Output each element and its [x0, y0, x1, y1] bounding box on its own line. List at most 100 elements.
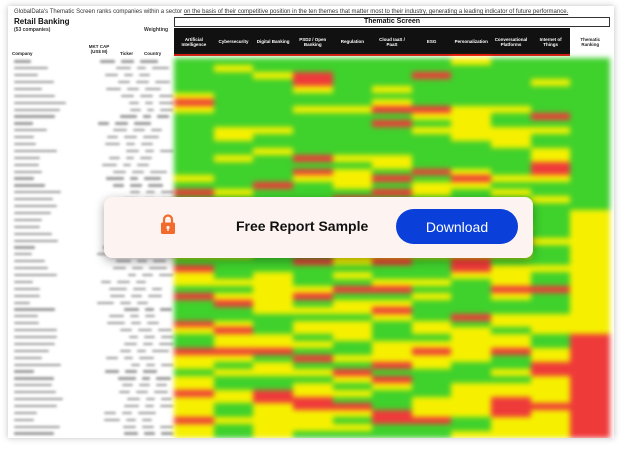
heatmap-cell [491, 341, 531, 349]
company-row-placeholder [107, 377, 112, 379]
company-row-placeholder [142, 418, 153, 421]
heatmap-cell [253, 99, 293, 107]
company-row-placeholder [140, 156, 152, 159]
heatmap-cell [451, 258, 492, 266]
heatmap-cell [530, 320, 571, 328]
company-row-placeholder [132, 129, 145, 132]
heatmap-cell [213, 64, 254, 72]
heatmap-cell [372, 182, 412, 190]
heatmap-cell [570, 216, 610, 224]
company-row-placeholder [156, 384, 168, 387]
company-row-placeholder [14, 74, 38, 77]
heatmap-cell [332, 286, 373, 293]
heatmap-cell [174, 320, 214, 328]
heatmap-cell [411, 327, 452, 335]
company-row-placeholder [119, 336, 123, 338]
heatmap-cell [411, 147, 452, 155]
column-header-mktcap: MKT CAP (US$ M) [88, 44, 110, 54]
heatmap-cell [491, 85, 531, 93]
heatmap-cell [570, 272, 610, 280]
company-row-placeholder [124, 404, 139, 408]
heatmap-cell [570, 182, 610, 190]
company-row-placeholder [126, 149, 139, 153]
heatmap-cell [292, 92, 333, 100]
heatmap-cell [411, 431, 452, 438]
heatmap-cell [570, 244, 610, 252]
heatmap-cell [332, 417, 373, 425]
heatmap-cell [253, 355, 293, 362]
company-row [8, 154, 174, 161]
heatmap-cell [213, 320, 254, 328]
thematic-screen-title: Thematic Screen [174, 17, 610, 27]
heatmap-cell [213, 279, 254, 286]
company-row-placeholder [14, 280, 33, 284]
company-row-placeholder [102, 171, 107, 173]
heatmap-cell [530, 71, 571, 79]
heatmap-cell [491, 320, 531, 328]
heatmap-cell [372, 168, 412, 176]
heatmap-cell [451, 341, 492, 349]
heatmap-cell [332, 134, 373, 141]
heatmap-cell [372, 106, 412, 114]
heatmap-cell [213, 410, 254, 418]
heatmap-cell [253, 182, 293, 190]
heatmap-cell [530, 279, 571, 286]
heatmap-cell [174, 382, 214, 390]
heatmap-cell [332, 58, 373, 65]
company-row-placeholder [137, 349, 146, 352]
heatmap-cell [174, 355, 214, 362]
company-row-placeholder [138, 74, 150, 77]
heatmap-cell [174, 334, 214, 342]
company-row [8, 182, 174, 189]
company-row-placeholder [14, 432, 54, 435]
heatmap-cell [292, 85, 333, 93]
heatmap-cell [292, 320, 333, 328]
heatmap-cell [332, 348, 373, 356]
heatmap-cell [570, 279, 610, 286]
company-row-placeholder [14, 363, 61, 366]
heatmap-cell [570, 320, 610, 328]
company-row-placeholder [109, 287, 128, 290]
heatmap-cell [213, 92, 254, 100]
company-row-placeholder [106, 87, 122, 91]
heatmap-cell [213, 161, 254, 169]
heatmap-cell [372, 286, 412, 293]
heatmap-cell [570, 258, 610, 266]
company-row-placeholder [100, 60, 115, 63]
heatmap-cell [292, 299, 333, 307]
heatmap-cell [332, 265, 373, 273]
company-row-placeholder [96, 322, 101, 324]
company-row-placeholder [124, 74, 133, 77]
heatmap-cell [253, 403, 293, 411]
heatmap-cell [332, 375, 373, 383]
heatmap-cell [451, 431, 492, 438]
company-row-placeholder [127, 273, 137, 277]
heatmap-cell [530, 92, 571, 100]
heatmap-cell [491, 417, 531, 425]
heatmap-cell [332, 92, 373, 100]
company-row-placeholder [14, 267, 48, 270]
heatmap-cell [411, 106, 452, 114]
heatmap-cell [451, 382, 492, 390]
company-row [8, 375, 174, 382]
company-row-placeholder [150, 129, 162, 132]
heatmap-cell [253, 85, 293, 93]
intro-link[interactable]: on the basis of their competitive positi… [184, 9, 568, 15]
heatmap-cell [372, 279, 412, 286]
heatmap-cell [213, 355, 254, 362]
company-row-placeholder [14, 87, 43, 91]
heatmap-cell [174, 292, 214, 300]
company-row-placeholder [14, 329, 57, 332]
company-row [8, 113, 174, 120]
company-row-placeholder [116, 398, 121, 400]
heatmap-cell [174, 362, 214, 369]
company-row-placeholder [14, 301, 30, 304]
heatmap-cell [292, 403, 333, 411]
company-row-placeholder [116, 150, 120, 152]
heatmap-cell [332, 127, 373, 134]
download-button[interactable]: Download [396, 209, 518, 244]
heatmap-cell [213, 327, 254, 335]
heatmap-cell [570, 417, 610, 425]
heatmap-cell [174, 265, 214, 273]
heatmap-cell [332, 85, 373, 93]
